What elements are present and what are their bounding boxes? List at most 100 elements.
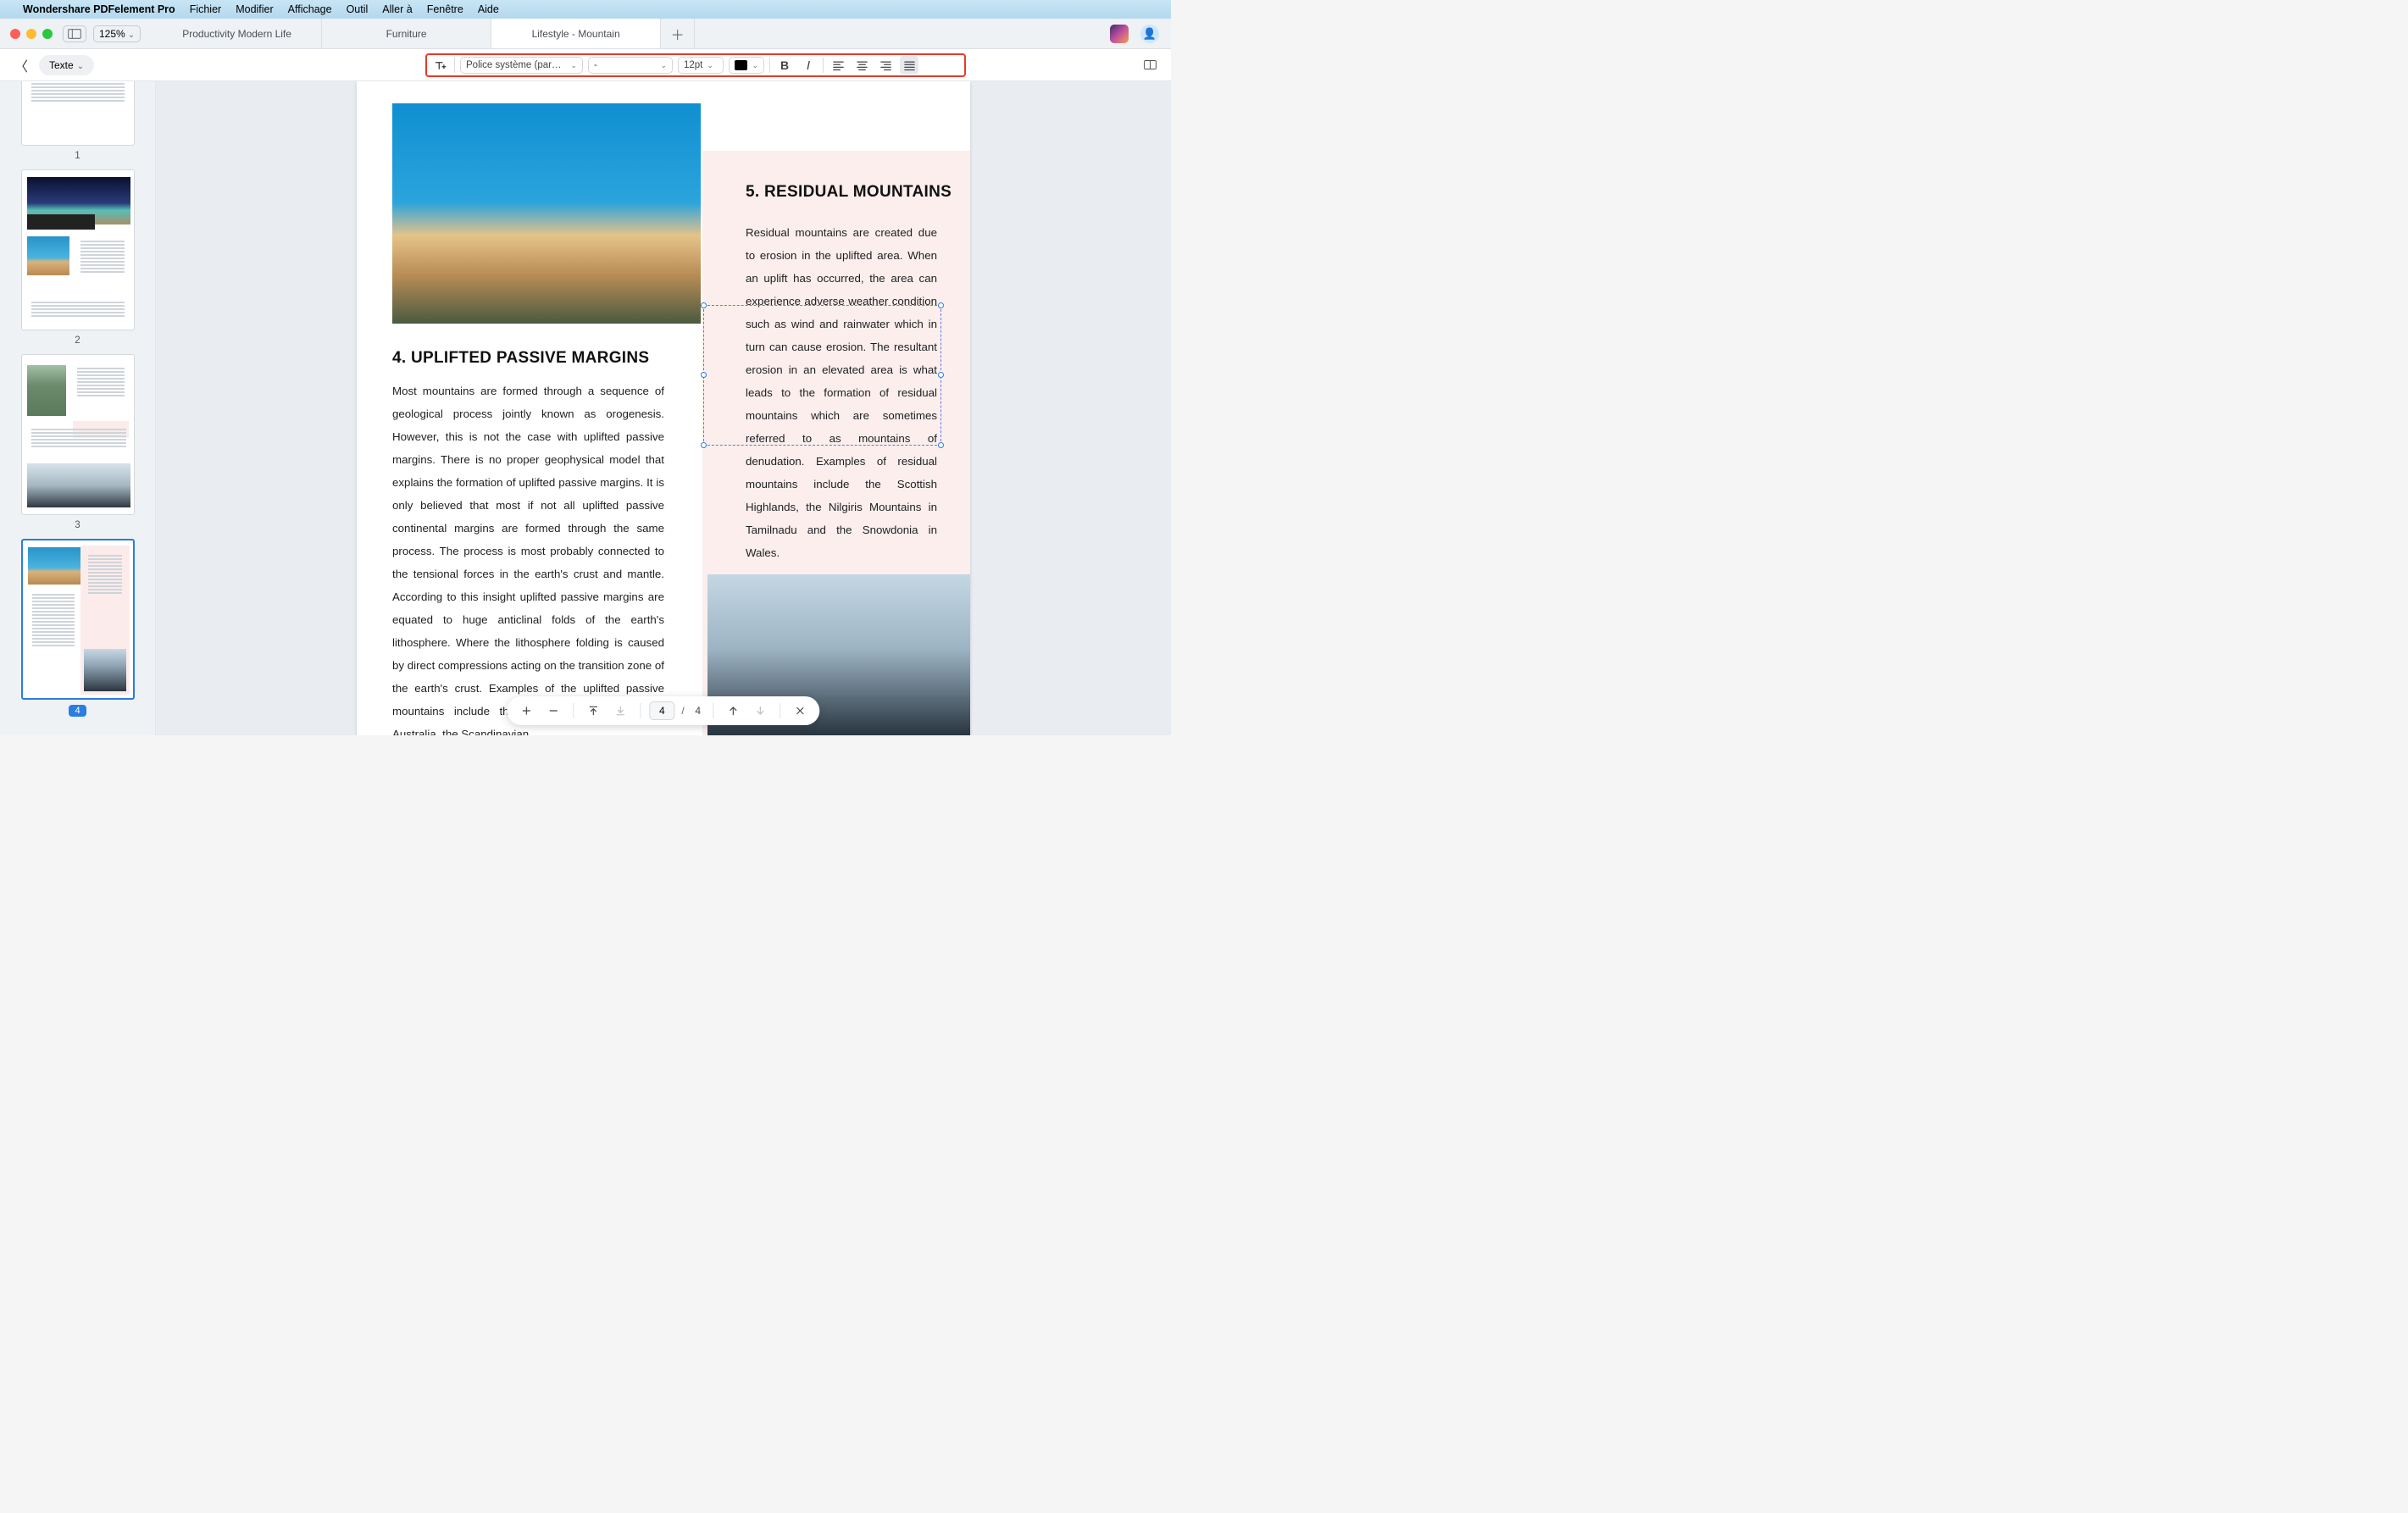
fullscreen-window-button[interactable]: [42, 29, 53, 39]
zoom-in-button[interactable]: [515, 700, 537, 722]
separator: [780, 703, 781, 718]
page-image-mountain-1[interactable]: [392, 103, 701, 324]
tab-label: Lifestyle - Mountain: [532, 28, 620, 40]
align-justify-button[interactable]: [900, 56, 918, 75]
document-tabs: Productivity Modern Life Furniture Lifes…: [153, 19, 1098, 48]
heading-residual-mountains[interactable]: 5. RESIDUAL MOUNTAINS: [746, 183, 952, 202]
italic-button[interactable]: I: [799, 56, 818, 75]
separator: [573, 703, 574, 718]
menu-window[interactable]: Fenêtre: [427, 3, 463, 15]
mode-dropdown[interactable]: Texte: [39, 55, 94, 75]
app-name[interactable]: Wondershare PDFelement Pro: [23, 3, 175, 15]
page-thumbnail-4[interactable]: [21, 539, 135, 700]
close-icon: [795, 705, 807, 717]
chevron-down-icon: [77, 59, 84, 71]
zoom-value: 125%: [99, 28, 125, 40]
page-thumbnail-2[interactable]: [21, 169, 135, 330]
align-justify-icon: [903, 59, 916, 72]
prev-page-button[interactable]: [723, 700, 745, 722]
back-button[interactable]: 〈: [12, 56, 31, 75]
new-tab-button[interactable]: ＋: [661, 19, 695, 48]
minimize-window-button[interactable]: [26, 29, 36, 39]
last-page-button[interactable]: [609, 700, 631, 722]
text-selection-box[interactable]: [703, 305, 941, 446]
menu-edit[interactable]: Modifier: [236, 3, 273, 15]
font-style-value: -: [594, 60, 656, 70]
thumbnail-label-selected: 4: [69, 705, 86, 717]
window-titlebar: 125% Productivity Modern Life Furniture …: [0, 19, 1171, 49]
menu-tool[interactable]: Outil: [347, 3, 369, 15]
chevron-down-icon: [128, 28, 135, 40]
separator: [769, 58, 770, 73]
separator: [454, 58, 455, 73]
document-canvas[interactable]: 4. UPLIFTED PASSIVE MARGINS Most mountai…: [156, 81, 1171, 735]
sidebar-toggle-button[interactable]: [63, 25, 86, 42]
font-family-value: Police système (par…: [466, 60, 566, 70]
page-separator: /: [681, 705, 684, 717]
arrow-down-icon: [755, 705, 767, 717]
text-format-toolbar-highlight: Police système (par… ⌄ - ⌄ 12pt ⌄ ⌄ B I: [425, 53, 966, 77]
align-left-button[interactable]: [829, 56, 847, 75]
menu-goto[interactable]: Aller à: [382, 3, 412, 15]
arrow-down-bar-icon: [614, 705, 626, 717]
zoom-dropdown[interactable]: 125%: [93, 25, 141, 42]
minus-icon: [547, 705, 559, 717]
account-button[interactable]: 👤: [1140, 25, 1159, 43]
page-total: 4: [691, 705, 705, 717]
tab-label: Furniture: [386, 28, 427, 40]
menu-view[interactable]: Affichage: [288, 3, 332, 15]
font-color-dropdown[interactable]: ⌄: [729, 57, 764, 74]
selection-handle[interactable]: [701, 442, 707, 448]
font-style-dropdown[interactable]: - ⌄: [588, 57, 673, 74]
document-page[interactable]: 4. UPLIFTED PASSIVE MARGINS Most mountai…: [357, 81, 970, 735]
selection-handle[interactable]: [701, 302, 707, 308]
tab-furniture[interactable]: Furniture: [322, 19, 491, 48]
close-pagenav-button[interactable]: [790, 700, 812, 722]
plus-icon: [520, 705, 532, 717]
font-size-dropdown[interactable]: 12pt ⌄: [678, 57, 724, 74]
plus-icon: ＋: [671, 24, 685, 44]
selection-handle[interactable]: [938, 442, 944, 448]
thumbnail-label: 2: [75, 335, 80, 346]
separator: [713, 703, 714, 718]
font-family-dropdown[interactable]: Police système (par… ⌄: [460, 57, 583, 74]
selection-handle[interactable]: [938, 302, 944, 308]
next-page-button[interactable]: [750, 700, 772, 722]
mode-label: Texte: [49, 59, 74, 71]
page-thumbnail-3[interactable]: [21, 354, 135, 515]
arrow-up-bar-icon: [587, 705, 599, 717]
add-text-button[interactable]: [430, 56, 449, 75]
chevron-left-icon: 〈: [14, 55, 28, 75]
align-left-icon: [832, 59, 845, 72]
sidebar-icon: [68, 29, 81, 39]
tab-lifestyle-mountain[interactable]: Lifestyle - Mountain: [491, 19, 661, 48]
selection-handle[interactable]: [938, 372, 944, 378]
font-size-value: 12pt: [684, 60, 702, 70]
thumbnail-label: 3: [75, 520, 80, 530]
separator: [640, 703, 641, 718]
align-center-button[interactable]: [852, 56, 871, 75]
align-center-icon: [856, 59, 868, 72]
thumbnail-label: 1: [75, 151, 80, 161]
align-right-button[interactable]: [876, 56, 895, 75]
heading-uplifted-passive-margins[interactable]: 4. UPLIFTED PASSIVE MARGINS: [392, 349, 649, 368]
app-logo-icon[interactable]: [1110, 25, 1129, 43]
menu-help[interactable]: Aide: [478, 3, 499, 15]
bold-icon: B: [780, 58, 789, 72]
close-window-button[interactable]: [10, 29, 20, 39]
color-swatch: [735, 60, 747, 70]
body-text-left[interactable]: Most mountains are formed through a sequ…: [392, 380, 664, 735]
align-right-icon: [879, 59, 892, 72]
page-thumbnail-1[interactable]: [21, 81, 135, 146]
zoom-out-button[interactable]: [542, 700, 564, 722]
selection-handle[interactable]: [701, 372, 707, 378]
reading-mode-button[interactable]: [1140, 56, 1159, 75]
chevron-down-icon: ⌄: [660, 61, 667, 70]
text-toolbar: 〈 Texte Police système (par… ⌄ - ⌄ 12pt …: [0, 49, 1171, 81]
menu-file[interactable]: Fichier: [190, 3, 222, 15]
first-page-button[interactable]: [582, 700, 604, 722]
tab-productivity[interactable]: Productivity Modern Life: [153, 19, 322, 48]
thumbnail-panel[interactable]: 1 2 3: [0, 81, 156, 735]
page-number-input[interactable]: [649, 701, 674, 720]
bold-button[interactable]: B: [775, 56, 794, 75]
